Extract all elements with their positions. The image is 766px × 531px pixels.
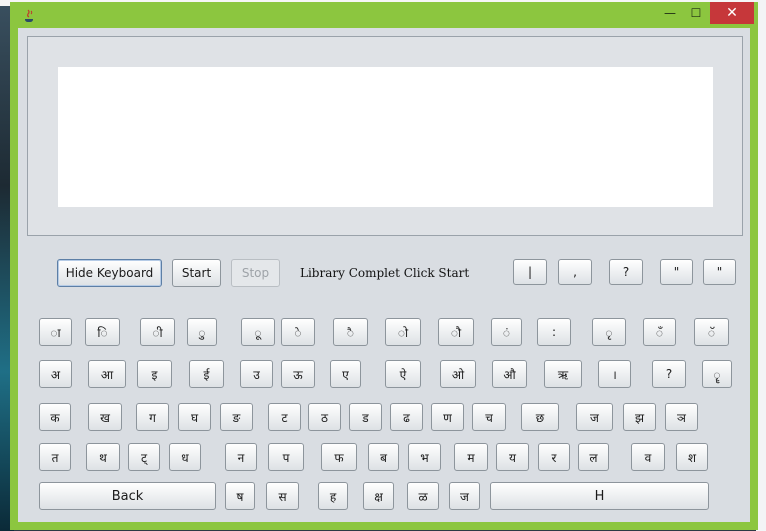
keyboard-row4-key-5[interactable]: प [268, 443, 304, 471]
keyboard-row3-key-8[interactable]: ढ [390, 403, 423, 431]
java-cup-icon-graphic [25, 9, 33, 23]
keyboard-row3-key-6[interactable]: ठ [308, 403, 341, 431]
status-label: Library Complet Click Start [300, 266, 470, 280]
keyboard-row2-key-11[interactable]: । [598, 360, 631, 388]
java-cup-icon [22, 8, 38, 24]
keyboard-row3-key-3[interactable]: घ [178, 403, 211, 431]
keyboard-row1-key-7[interactable]: ो [385, 318, 421, 346]
keyboard-row2-key-13[interactable]: ॄ [702, 360, 732, 388]
keyboard-row1-key-10[interactable]: : [537, 318, 571, 346]
keyboard-row4-key-0[interactable]: त [39, 443, 71, 471]
punctuation-key-0[interactable]: | [513, 259, 547, 285]
keyboard-row3-key-13[interactable]: झ [623, 403, 656, 431]
title-bar[interactable]: — ☐ ✕ [10, 2, 758, 28]
keyboard-row5-key-5[interactable]: ळ [407, 482, 439, 510]
keyboard-row5-key-7[interactable]: H [490, 482, 709, 510]
start-button[interactable]: Start [172, 259, 221, 287]
keyboard-row5-key-6[interactable]: ज [449, 482, 480, 510]
keyboard-row1-key-12[interactable]: ँ [643, 318, 676, 346]
keyboard-row3-key-5[interactable]: ट [268, 403, 301, 431]
keyboard-row1-key-2[interactable]: ी [140, 318, 175, 346]
keyboard-row3-key-11[interactable]: छ [521, 403, 559, 431]
keyboard-row4-key-1[interactable]: थ [86, 443, 120, 471]
client-area: Hide Keyboard Start Stop Library Complet… [18, 28, 750, 522]
keyboard-row3-key-2[interactable]: ग [136, 403, 169, 431]
keyboard-row4-key-6[interactable]: फ [321, 443, 357, 471]
keyboard-row3-key-0[interactable]: क [39, 403, 71, 431]
keyboard-row1-key-6[interactable]: ै [333, 318, 368, 346]
keyboard-row2-key-9[interactable]: औ [492, 360, 527, 388]
keyboard-row2-key-5[interactable]: ऊ [281, 360, 315, 388]
keyboard-row3-key-14[interactable]: ञ [665, 403, 698, 431]
keyboard-row4-key-4[interactable]: न [225, 443, 257, 471]
keyboard-row2-key-12[interactable]: ? [652, 360, 686, 388]
keyboard-row5-key-3[interactable]: ह [318, 482, 348, 510]
keyboard-row4-key-9[interactable]: म [454, 443, 488, 471]
maximize-button[interactable]: ☐ [684, 2, 708, 24]
keyboard-row1-key-5[interactable]: े [281, 318, 315, 346]
keyboard-row2-key-4[interactable]: उ [240, 360, 273, 388]
keyboard-row2-key-2[interactable]: इ [137, 360, 172, 388]
keyboard-row1-key-9[interactable]: ं [491, 318, 522, 346]
keyboard-row4-key-7[interactable]: ब [368, 443, 399, 471]
stop-button[interactable]: Stop [231, 259, 280, 287]
keyboard-row2-key-8[interactable]: ओ [440, 360, 476, 388]
keyboard-row2-key-3[interactable]: ई [189, 360, 224, 388]
keyboard-row4-key-11[interactable]: र [538, 443, 570, 471]
keyboard-row5-key-0[interactable]: Back [39, 482, 216, 510]
keyboard-row1-key-3[interactable]: ु [187, 318, 217, 346]
keyboard-row5-key-4[interactable]: क्ष [363, 482, 394, 510]
minimize-button[interactable]: — [658, 2, 682, 24]
keyboard-row4-key-2[interactable]: ट् [128, 443, 160, 471]
text-editor[interactable] [58, 67, 713, 207]
keyboard-row4-key-13[interactable]: व [631, 443, 665, 471]
keyboard-row1-key-4[interactable]: ू [241, 318, 275, 346]
keyboard-row3-key-10[interactable]: च [472, 403, 506, 431]
keyboard-row2-key-10[interactable]: ऋ [544, 360, 582, 388]
keyboard-row3-key-1[interactable]: ख [88, 403, 122, 431]
keyboard-row1-key-11[interactable]: ृ [592, 318, 626, 346]
punctuation-key-1[interactable]: , [558, 259, 592, 285]
keyboard-row4-key-12[interactable]: ल [578, 443, 609, 471]
keyboard-row4-key-14[interactable]: श [676, 443, 708, 471]
keyboard-row3-key-7[interactable]: ड [349, 403, 382, 431]
keyboard-row3-key-4[interactable]: ङ [220, 403, 253, 431]
keyboard-row3-key-12[interactable]: ज [576, 403, 613, 431]
keyboard-row2-key-7[interactable]: ऐ [385, 360, 421, 388]
keyboard-row2-key-6[interactable]: ए [330, 360, 361, 388]
keyboard-row5-key-2[interactable]: स [266, 482, 299, 510]
hide-keyboard-button[interactable]: Hide Keyboard [57, 259, 162, 287]
keyboard-row2-key-0[interactable]: अ [39, 360, 72, 388]
punctuation-key-2[interactable]: ? [609, 259, 643, 285]
keyboard-row1-key-13[interactable]: ॅ [694, 318, 729, 346]
app-window: — ☐ ✕ Hide Keyboard Start Stop Library C… [10, 2, 758, 530]
keyboard-row2-key-1[interactable]: आ [88, 360, 126, 388]
keyboard-row1-key-1[interactable]: ि [85, 318, 120, 346]
keyboard-row3-key-9[interactable]: ण [431, 403, 464, 431]
keyboard-row1-key-8[interactable]: ौ [438, 318, 474, 346]
punctuation-key-4[interactable]: " [703, 259, 736, 285]
keyboard-row4-key-3[interactable]: ध [169, 443, 201, 471]
text-panel [27, 36, 743, 236]
keyboard-row4-key-10[interactable]: य [496, 443, 529, 471]
close-button[interactable]: ✕ [710, 2, 754, 24]
keyboard-row5-key-1[interactable]: ष [225, 482, 255, 510]
keyboard-row4-key-8[interactable]: भ [408, 443, 441, 471]
keyboard-row1-key-0[interactable]: ा [39, 318, 72, 346]
punctuation-key-3[interactable]: " [660, 259, 693, 285]
